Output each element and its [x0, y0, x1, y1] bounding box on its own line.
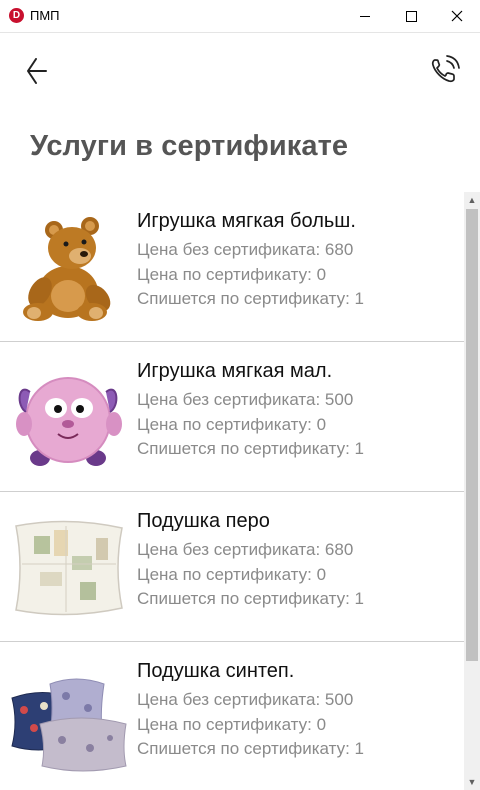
teddy-bear-image — [23, 217, 111, 321]
list-item[interactable]: Подушка синтеп. Цена без сертификата: 50… — [0, 642, 464, 790]
page-title: Услуги в сертификате — [30, 130, 349, 162]
list-item[interactable]: Подушка перо Цена без сертификата: 680 Ц… — [0, 492, 464, 642]
app-bar — [0, 33, 480, 109]
certificate-deduction: Спишется по сертификату: 1 — [137, 589, 364, 608]
synthetic-pillows-image — [11, 678, 127, 772]
feather-pillow-image — [15, 520, 123, 616]
maximize-icon — [405, 10, 417, 22]
price-without-certificate: Цена без сертификата: 500 — [137, 690, 354, 709]
minimize-button[interactable] — [342, 0, 388, 32]
close-icon — [451, 10, 463, 22]
app-logo-icon: D — [9, 8, 24, 23]
item-name: Подушка перо — [137, 510, 270, 532]
close-button[interactable] — [434, 0, 480, 32]
window-title: ПМП — [30, 8, 60, 23]
arrow-left-icon — [27, 58, 47, 84]
plush-sheep-image — [16, 377, 122, 466]
item-name: Подушка синтеп. — [137, 660, 295, 682]
scrollbar-thumb[interactable] — [466, 209, 478, 661]
price-without-certificate: Цена без сертификата: 500 — [137, 390, 354, 409]
price-without-certificate: Цена без сертификата: 680 — [137, 540, 354, 559]
certificate-deduction: Спишется по сертификату: 1 — [137, 289, 364, 308]
price-without-certificate: Цена без сертификата: 680 — [137, 240, 354, 259]
list-item[interactable]: Игрушка мягкая больш. Цена без сертифика… — [0, 192, 464, 342]
scroll-up-icon[interactable]: ▲ — [464, 192, 480, 208]
item-name: Игрушка мягкая больш. — [137, 210, 356, 232]
services-list: Игрушка мягкая больш. Цена без сертифика… — [0, 192, 464, 790]
window-titlebar: D ПМП — [0, 0, 480, 33]
list-item[interactable]: Игрушка мягкая мал. Цена без сертификата… — [0, 342, 464, 492]
price-with-certificate: Цена по сертификату: 0 — [137, 265, 327, 284]
certificate-deduction: Спишется по сертификату: 1 — [137, 439, 364, 458]
call-button[interactable] — [426, 53, 464, 89]
maximize-button[interactable] — [388, 0, 434, 32]
minimize-icon — [360, 15, 370, 17]
back-button[interactable] — [20, 55, 56, 87]
price-with-certificate: Цена по сертификату: 0 — [137, 715, 327, 734]
certificate-deduction: Спишется по сертификату: 1 — [137, 739, 364, 758]
item-name: Игрушка мягкая мал. — [137, 360, 333, 382]
scroll-down-icon[interactable]: ▼ — [464, 774, 480, 790]
price-with-certificate: Цена по сертификату: 0 — [137, 565, 327, 584]
price-with-certificate: Цена по сертификату: 0 — [137, 415, 327, 434]
phone-call-icon — [431, 55, 460, 83]
vertical-scrollbar[interactable]: ▲ ▼ — [464, 192, 480, 790]
